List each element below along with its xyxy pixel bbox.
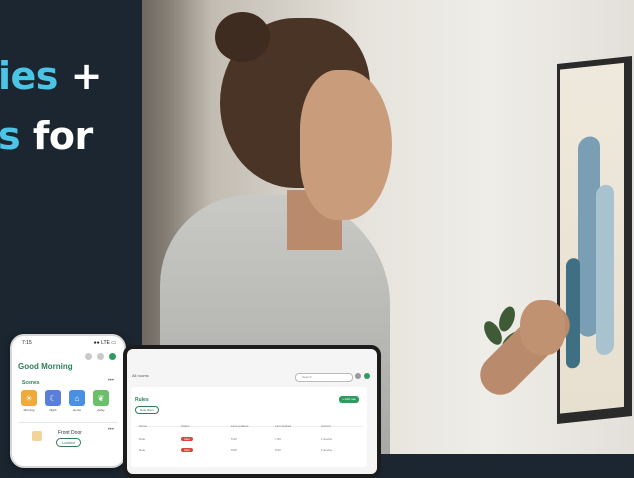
- wall-art-frame: [557, 56, 632, 424]
- action-cell[interactable]: 1 device: [321, 448, 332, 452]
- filter-chip[interactable]: Rule filters: [135, 406, 160, 414]
- scene-label: Away: [97, 408, 105, 412]
- phone-status-bar: 7:15 ●● LTE ▭: [12, 336, 124, 346]
- rule-name: Rule: [139, 448, 146, 452]
- avatar[interactable]: [364, 373, 370, 379]
- leaf: [495, 304, 519, 334]
- lock-icon: [32, 431, 42, 441]
- sun-icon: ☀: [21, 390, 37, 406]
- headline-line-2: s for: [0, 114, 93, 158]
- art-shape: [566, 257, 580, 369]
- more-icon[interactable]: •••: [108, 427, 114, 433]
- woman-face: [300, 70, 392, 220]
- moon-icon: ☾: [45, 390, 61, 406]
- updated-cell: 8:00: [231, 448, 237, 452]
- greeting-title: Good Morning: [18, 362, 73, 371]
- column-header[interactable]: Status: [181, 424, 190, 428]
- scenes-label: Scenes: [22, 380, 40, 386]
- rules-card: Rules Rule filters + Add rule Name Statu…: [131, 387, 367, 467]
- status-badge: Alert: [181, 437, 194, 441]
- lock-toggle-button[interactable]: Locked: [56, 438, 81, 447]
- scene-label: Home: [72, 408, 81, 412]
- woman-hair-bun: [215, 12, 270, 62]
- column-header[interactable]: Actions: [321, 424, 331, 428]
- scene-label: Night: [49, 408, 57, 412]
- phone-time: 7:15: [22, 340, 32, 346]
- scene-home[interactable]: ⌂ Home: [69, 390, 85, 412]
- scene-night[interactable]: ☾ Night: [45, 390, 61, 412]
- rules-section-title: Rules: [135, 397, 149, 403]
- column-header[interactable]: Last updated: [231, 424, 248, 428]
- status-badge: Alert: [181, 448, 194, 452]
- bell-icon[interactable]: [85, 353, 92, 360]
- settings-icon[interactable]: [97, 353, 104, 360]
- column-header[interactable]: Last applied: [275, 424, 291, 428]
- scene-list: ☀ Morning ☾ Night ⌂ Home ❦ Away: [21, 390, 109, 412]
- woman-hand: [520, 300, 565, 355]
- device-name: Front Door: [58, 430, 82, 436]
- phone-status-icons: ●● LTE ▭: [93, 340, 116, 346]
- bell-icon[interactable]: [355, 373, 361, 379]
- action-cell[interactable]: 1 device: [321, 437, 332, 441]
- rule-name: Rule: [139, 437, 146, 441]
- leaf-icon: ❦: [93, 390, 109, 406]
- more-icon[interactable]: •••: [108, 378, 114, 384]
- headline-line-1: ies +: [0, 54, 103, 98]
- tablet-page-title: All rooms: [132, 373, 149, 378]
- applied-cell: 6:00: [275, 448, 281, 452]
- phone-mockup: 7:15 ●● LTE ▭ Good Morning Scenes ••• ☀ …: [10, 334, 126, 468]
- tablet-mockup: All rooms Search Rules Rule filters + Ad…: [123, 345, 381, 478]
- add-rule-button[interactable]: + Add rule: [339, 396, 359, 403]
- updated-cell: 5:00: [231, 437, 237, 441]
- scene-away[interactable]: ❦ Away: [93, 390, 109, 412]
- home-icon: ⌂: [69, 390, 85, 406]
- headline: ies + s for: [0, 46, 103, 166]
- art-shape: [596, 183, 614, 356]
- device-card[interactable]: Front Door Locked •••: [18, 422, 118, 463]
- wall-art: [560, 62, 624, 414]
- search-input[interactable]: Search: [295, 373, 353, 382]
- table-header: Name Status Last updated Last applied Ac…: [135, 424, 363, 428]
- applied-cell: 7:00: [275, 437, 281, 441]
- scene-label: Morning: [23, 408, 35, 412]
- scene-morning[interactable]: ☀ Morning: [21, 390, 37, 412]
- avatar[interactable]: [109, 353, 116, 360]
- phone-header-icons: [85, 353, 116, 360]
- column-header[interactable]: Name: [139, 424, 147, 428]
